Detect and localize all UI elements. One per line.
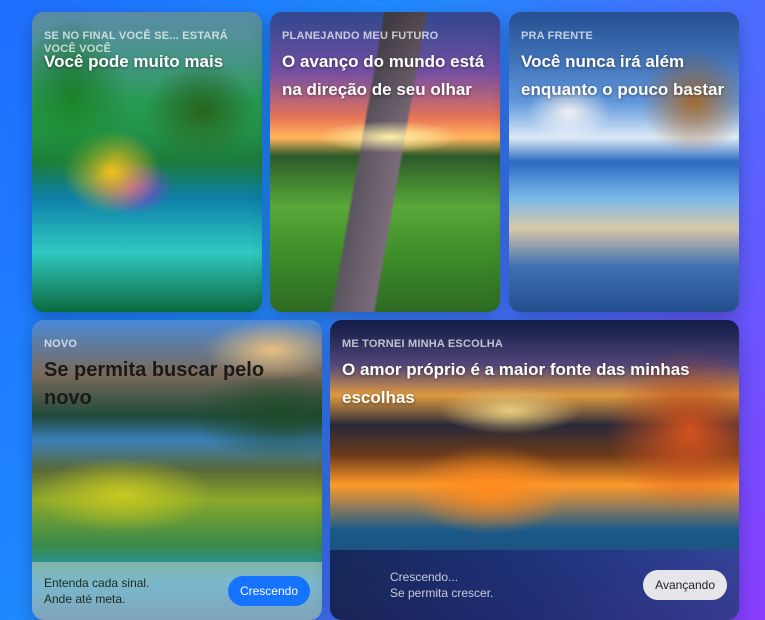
card-eyebrow: ME TORNEI MINHA ESCOLHA (342, 338, 504, 350)
footer-line-1: Entenda cada sinal. (44, 576, 150, 590)
card-footer: Crescendo... Se permita crescer. Avançan… (330, 550, 739, 620)
card-title: O avanço do mundo está na direção de seu… (282, 52, 485, 99)
footer-line-2: Ande até meta. (44, 592, 126, 606)
card-title: Se permita buscar pelo novo (44, 359, 265, 409)
card-novo[interactable]: NOVO Se permita buscar pelo novo Entenda… (32, 320, 322, 620)
card-planejando-meu-futuro[interactable]: PLANEJANDO MEU FUTURO O avanço do mundo … (270, 12, 500, 312)
card-title: O amor próprio é a maior fonte das minha… (342, 360, 690, 407)
footer-text: Crescendo... Se permita crescer. (342, 569, 493, 601)
avancando-button[interactable]: Avançando (643, 570, 727, 600)
footer-line-2: Se permita crescer. (390, 586, 494, 600)
card-me-tornei-minha-escolha[interactable]: ME TORNEI MINHA ESCOLHA O amor próprio é… (330, 320, 739, 620)
footer-text: Entenda cada sinal. Ande até meta. (44, 575, 149, 607)
card-eyebrow: PLANEJANDO MEU FUTURO (282, 30, 439, 42)
card-eyebrow: PRA FRENTE (521, 30, 593, 42)
card-title: Você pode muito mais (44, 52, 224, 71)
footer-line-1: Crescendo... (390, 570, 459, 584)
card-footer: Entenda cada sinal. Ande até meta. Cresc… (32, 562, 322, 620)
card-title: Você nunca irá além enquanto o pouco bas… (521, 52, 725, 99)
card-pra-frente[interactable]: PRA FRENTE Você nunca irá além enquanto … (509, 12, 739, 312)
crescendo-button[interactable]: Crescendo (227, 576, 310, 606)
card-voce-pode-muito-mais[interactable]: SE NO FINAL VOCÊ SE... ESTARÁ VOCÊ VOCÊ … (32, 12, 262, 312)
card-eyebrow: NOVO (44, 338, 78, 350)
